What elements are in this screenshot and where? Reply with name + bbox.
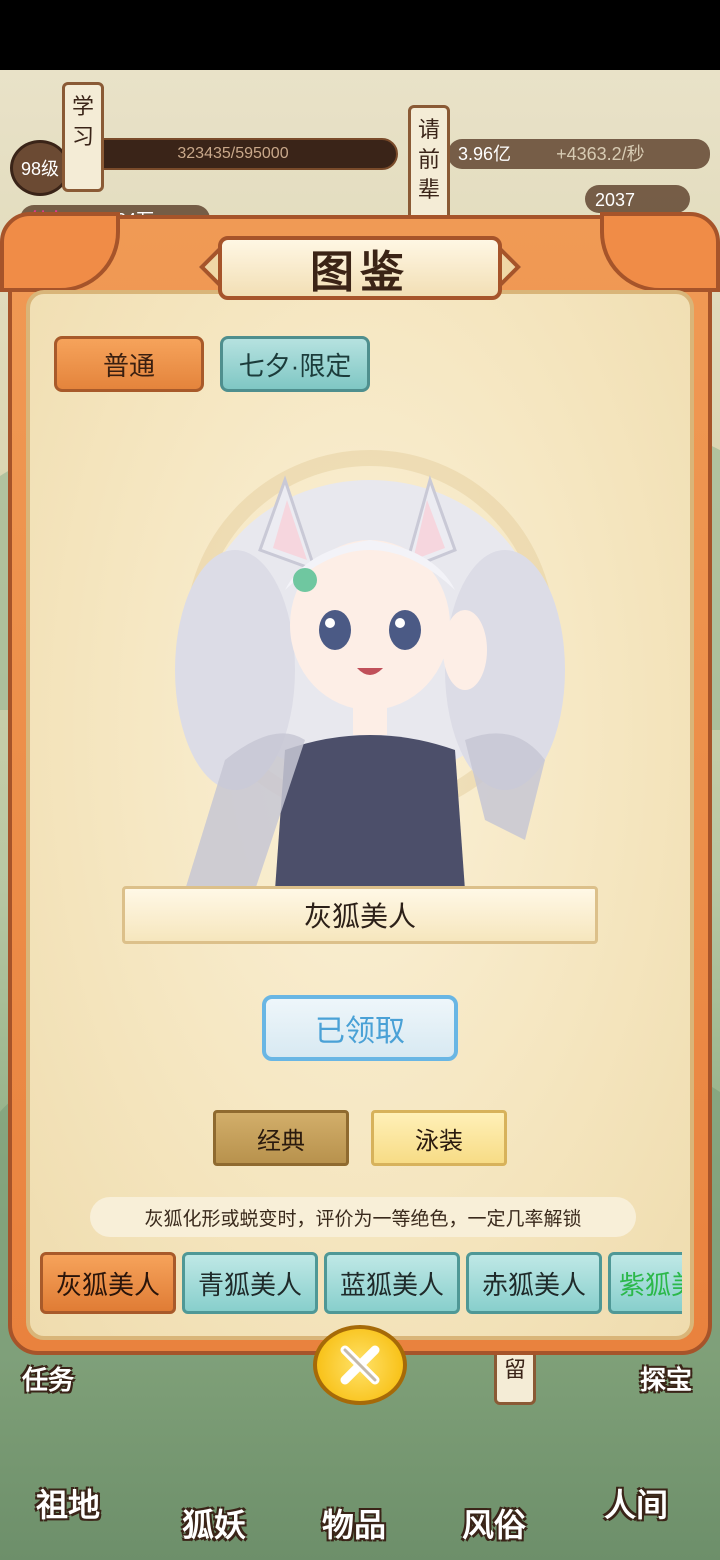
nav-label: 祖地 xyxy=(36,1486,101,1524)
outfit-classic-label: 经典 xyxy=(257,1127,305,1155)
fox-girl-illustration xyxy=(175,475,565,890)
modal-title: 图鉴 xyxy=(310,247,410,298)
nav-label: 人间 xyxy=(604,1486,669,1524)
character-tab-cyan-fox[interactable]: 青狐美人 xyxy=(182,1252,318,1314)
task-label: 任务 xyxy=(22,1366,75,1396)
character-tab-purple-fox[interactable]: 紫狐美人 xyxy=(608,1252,682,1314)
character-portrait xyxy=(165,420,575,890)
tab-normal-label: 普通 xyxy=(102,350,155,381)
wealth-value: 3.96亿 xyxy=(458,144,512,164)
title-plate: 图鉴 xyxy=(218,236,502,300)
item1-value: 2037 xyxy=(595,190,636,210)
character-name: 灰狐美人 xyxy=(303,901,416,932)
nav-item-world[interactable]: 人间 xyxy=(604,1480,668,1526)
description-text: 灰狐化形或蜕变时，评价为一等绝色，一定几率解锁 xyxy=(144,1208,582,1230)
close-button[interactable] xyxy=(313,1325,407,1405)
nav-item-ancestral[interactable]: 祖地 xyxy=(36,1480,100,1526)
character-tab-blue-fox[interactable]: 蓝狐美人 xyxy=(324,1252,460,1314)
elder-sign-text: 请前辈 xyxy=(417,118,440,203)
character-tab-grey-fox[interactable]: 灰狐美人 xyxy=(40,1252,176,1314)
claimed-button[interactable]: 已领取 xyxy=(262,995,458,1061)
wealth-field: 3.96亿 +4363.2/秒 xyxy=(448,139,710,169)
nav-label: 风俗 xyxy=(462,1506,527,1544)
character-tab-label: 蓝狐美人 xyxy=(339,1269,444,1300)
nav-item-items[interactable]: 物品 xyxy=(322,1500,386,1546)
nav-label: 狐妖 xyxy=(182,1506,247,1544)
character-list: 灰狐美人 青狐美人 蓝狐美人 赤狐美人 紫狐美人 xyxy=(38,1252,682,1318)
claimed-label: 已领取 xyxy=(315,1015,405,1048)
treasure-button[interactable]: 探宝 xyxy=(640,1360,692,1397)
character-tab-label: 紫狐美人 xyxy=(619,1269,682,1300)
tab-qixi-limited[interactable]: 七夕·限定 xyxy=(220,336,370,392)
exp-bar: 323435/595000 xyxy=(68,138,398,170)
nav-label: 物品 xyxy=(322,1506,387,1544)
character-tab-label: 赤狐美人 xyxy=(481,1269,586,1300)
unlock-description: 灰狐化形或蜕变时，评价为一等绝色，一定几率解锁 xyxy=(90,1197,636,1237)
outfit-classic-button[interactable]: 经典 xyxy=(213,1110,349,1166)
treasure-label: 探宝 xyxy=(640,1366,693,1396)
level-text: 98级 xyxy=(20,159,60,179)
level-badge: 98级 xyxy=(10,140,70,196)
stay-text: 留 xyxy=(503,1358,526,1383)
item1-field: 2037 xyxy=(585,185,690,213)
exp-text: 323435/595000 xyxy=(177,145,289,162)
character-tab-red-fox[interactable]: 赤狐美人 xyxy=(466,1252,602,1314)
wealth-rate: +4363.2/秒 xyxy=(556,144,645,164)
outfit-swim-label: 泳装 xyxy=(415,1127,463,1155)
task-button[interactable]: 任务 xyxy=(22,1360,74,1397)
character-tab-label: 灰狐美人 xyxy=(55,1269,160,1300)
study-sign[interactable]: 学习 xyxy=(62,82,104,192)
outfit-swimsuit-button[interactable]: 泳装 xyxy=(371,1110,507,1166)
character-name-banner: 灰狐美人 xyxy=(122,886,598,944)
close-icon xyxy=(340,1345,380,1385)
tab-normal[interactable]: 普通 xyxy=(54,336,204,392)
nav-item-fox[interactable]: 狐妖 xyxy=(182,1500,246,1546)
tab-limited-label: 七夕·限定 xyxy=(238,350,352,381)
character-tab-label: 青狐美人 xyxy=(197,1269,302,1300)
nav-item-customs[interactable]: 风俗 xyxy=(462,1500,526,1546)
study-sign-text: 学习 xyxy=(71,95,94,150)
